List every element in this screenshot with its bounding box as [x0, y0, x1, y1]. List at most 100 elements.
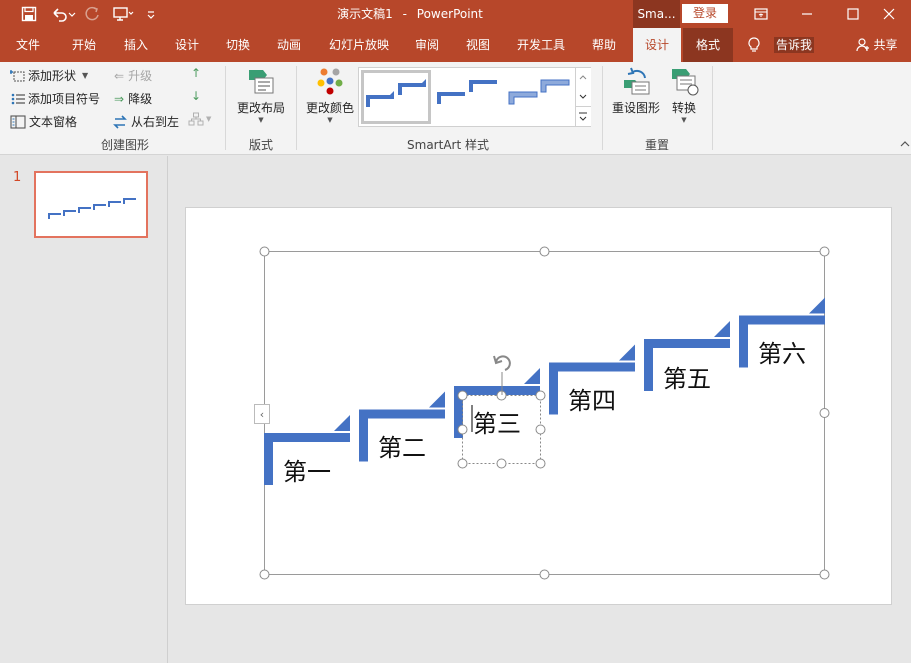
- tab-transitions[interactable]: 切换: [214, 28, 262, 62]
- reset-graphic-button[interactable]: 重设图形: [607, 66, 665, 116]
- slide-thumbnails-pane: 1: [0, 156, 168, 663]
- text-pane-label: 文本窗格: [29, 115, 78, 129]
- gallery-scroll-down-icon[interactable]: [575, 87, 591, 106]
- step-3-label[interactable]: 第三: [473, 404, 521, 439]
- change-colors-button[interactable]: 更改颜色 ▼: [302, 66, 358, 124]
- reset-group-label: 重置: [644, 138, 669, 152]
- tab-review[interactable]: 审阅: [403, 28, 451, 62]
- layout-hierarchy-button[interactable]: ▼: [188, 112, 211, 126]
- text-pane-toggle[interactable]: ‹: [254, 404, 270, 424]
- demote-button[interactable]: ⇒ 降级: [114, 90, 152, 107]
- step-4-label[interactable]: 第四: [568, 381, 616, 416]
- ribbon: 添加形状 ▼ 添加项目符号 文本窗格 ⇐ 升级 ⇒ 降级 从右到左 ↑ ↓ ▼ …: [0, 62, 911, 155]
- tell-me-label: 告诉我: [773, 37, 814, 53]
- promote-button[interactable]: ⇐ 升级: [114, 67, 152, 84]
- tab-developer[interactable]: 开发工具: [508, 28, 574, 62]
- change-layout-button[interactable]: 更改布局 ▼: [233, 66, 289, 124]
- arrow-left-icon: ⇐: [114, 68, 125, 83]
- tab-view[interactable]: 视图: [454, 28, 502, 62]
- move-down-button[interactable]: ↓: [191, 89, 201, 103]
- tab-animations[interactable]: 动画: [265, 28, 313, 62]
- gallery-scroll-up-icon[interactable]: [575, 68, 591, 87]
- slide-thumbnail-preview: [48, 198, 136, 219]
- step-6-label[interactable]: 第六: [758, 334, 806, 369]
- swap-direction-icon: [113, 114, 127, 129]
- layout-icon: [249, 70, 274, 94]
- move-up-button[interactable]: ↑: [191, 66, 201, 80]
- step-style-thumb: [437, 80, 497, 104]
- demote-label: 降级: [128, 92, 153, 106]
- group-separator: [225, 66, 226, 150]
- add-shape-button[interactable]: 添加形状 ▼: [10, 67, 88, 84]
- chevron-down-icon: ▼: [82, 71, 89, 80]
- close-icon[interactable]: [866, 0, 911, 28]
- gallery-more-icon[interactable]: [575, 106, 591, 126]
- change-layout-label: 更改布局: [236, 101, 285, 115]
- group-separator: [712, 66, 713, 150]
- step-style-thumb: [508, 79, 570, 105]
- convert-button[interactable]: 转换 ▼: [664, 66, 704, 124]
- promote-label: 升级: [128, 69, 153, 83]
- slide-canvas[interactable]: [185, 207, 892, 605]
- convert-label: 转换: [671, 101, 696, 115]
- layouts-group-label: 版式: [248, 138, 273, 152]
- window-title: 演示文稿1 - PowerPoint: [337, 7, 483, 21]
- chevron-down-icon: ▼: [327, 116, 333, 124]
- add-shape-icon: [10, 69, 25, 81]
- tell-me-search[interactable]: 告诉我: [772, 28, 816, 62]
- tab-home[interactable]: 开始: [60, 28, 108, 62]
- change-colors-label: 更改颜色: [305, 101, 354, 115]
- arrow-down-icon: ↓: [191, 89, 202, 103]
- ribbon-display-icon[interactable]: [738, 0, 784, 28]
- reset-icon: [624, 67, 650, 95]
- reset-graphic-label: 重设图形: [611, 101, 660, 115]
- person-icon: [856, 38, 870, 52]
- style-option-2[interactable]: [435, 70, 505, 124]
- tab-design[interactable]: 设计: [163, 28, 211, 62]
- create-graphic-group-label: 创建图形: [100, 138, 149, 152]
- collapse-ribbon-icon[interactable]: [900, 140, 910, 148]
- arrow-up-icon: ↑: [191, 66, 202, 80]
- style-option-1[interactable]: [361, 70, 431, 124]
- tab-insert[interactable]: 插入: [112, 28, 160, 62]
- chevron-left-icon: ‹: [259, 407, 265, 421]
- chevron-down-icon: ▼: [206, 115, 212, 123]
- save-icon[interactable]: [18, 0, 40, 28]
- smartart-styles-gallery: [358, 67, 591, 127]
- right-to-left-button[interactable]: 从右到左: [112, 113, 179, 130]
- tab-format[interactable]: 格式: [683, 28, 733, 62]
- ribbon-tab-bar: 文件 开始 插入 设计 切换 动画 幻灯片放映 审阅 视图 开发工具 帮助 设计…: [0, 28, 911, 62]
- title-bar: 演示文稿1 - PowerPoint Sma... 登录: [0, 0, 911, 28]
- slide-number: 1: [13, 170, 22, 185]
- chevron-down-icon: ▼: [258, 116, 264, 124]
- undo-icon[interactable]: [48, 0, 78, 28]
- customize-toolbar-icon[interactable]: [143, 0, 159, 28]
- style-option-3[interactable]: [507, 70, 577, 124]
- add-bullet-label: 添加项目符号: [28, 92, 101, 106]
- minimize-icon[interactable]: [784, 0, 830, 28]
- share-button[interactable]: 共享: [852, 28, 902, 62]
- tab-help[interactable]: 帮助: [580, 28, 628, 62]
- slide-thumbnail[interactable]: [34, 171, 148, 238]
- convert-icon: [672, 69, 699, 96]
- tab-file[interactable]: 文件: [4, 28, 52, 62]
- add-shape-label: 添加形状: [28, 69, 77, 83]
- share-label: 共享: [873, 38, 898, 52]
- group-separator: [602, 66, 603, 150]
- lightbulb-icon[interactable]: [744, 28, 764, 62]
- login-button[interactable]: 登录: [682, 4, 728, 23]
- step-2-label[interactable]: 第二: [378, 428, 426, 463]
- start-slideshow-icon[interactable]: [110, 0, 136, 28]
- redo-icon[interactable]: [82, 0, 104, 28]
- bullet-list-icon: [11, 93, 25, 104]
- step-1-label[interactable]: 第一: [283, 452, 331, 487]
- step-5-label[interactable]: 第五: [663, 359, 711, 394]
- right-to-left-label: 从右到左: [131, 115, 180, 129]
- tab-slideshow[interactable]: 幻灯片放映: [320, 28, 398, 62]
- tab-smartart-design[interactable]: 设计: [633, 28, 681, 62]
- smartart-tools-context: Sma...: [633, 0, 680, 28]
- add-bullet-button[interactable]: 添加项目符号: [10, 90, 100, 107]
- text-pane-button[interactable]: 文本窗格: [10, 113, 77, 130]
- palette-icon: [317, 68, 343, 95]
- smartart-styles-group-label: SmartArt 样式: [407, 138, 489, 152]
